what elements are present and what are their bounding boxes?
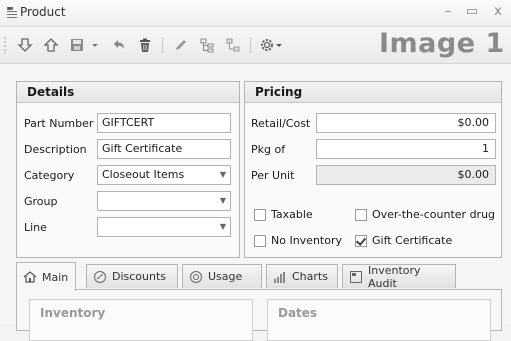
home-icon — [23, 270, 37, 284]
description-label: Description — [24, 143, 87, 156]
details-header: Details — [17, 82, 239, 103]
title-bar[interactable]: Product – ▭ x — [0, 0, 511, 27]
tab-charts[interactable]: Charts — [266, 264, 338, 288]
image-label: Image 1 — [379, 28, 505, 59]
toolbar: Image 1 — [0, 27, 511, 64]
minimize-button[interactable]: – — [438, 3, 458, 21]
settings-button[interactable] — [256, 35, 286, 55]
hierarchy-icon — [226, 38, 240, 52]
taxable-checkbox[interactable]: Taxable — [254, 208, 313, 221]
toolbar-separator — [162, 37, 163, 53]
taxable-label: Taxable — [271, 208, 313, 221]
no-inventory-label: No Inventory — [271, 234, 342, 247]
toolbar-grip[interactable] — [4, 36, 6, 54]
discount-icon — [93, 270, 107, 284]
otc-drug-checkbox[interactable]: Over-the-counter drug — [355, 208, 495, 221]
gift-certificate-checkbox-box[interactable] — [355, 234, 367, 247]
tab-charts-label: Charts — [292, 270, 328, 283]
pricing-header: Pricing — [245, 82, 501, 103]
inventory-header: Inventory — [40, 306, 106, 320]
window-app-icon — [7, 7, 17, 18]
category-value: Closeout Items — [102, 168, 185, 181]
gear-icon — [261, 39, 273, 51]
edit-button[interactable] — [170, 35, 192, 55]
dates-group: Dates — [267, 299, 491, 341]
main-tab-panel: Inventory Dates — [16, 289, 502, 341]
save-button[interactable] — [66, 35, 88, 55]
save-dropdown-button[interactable] — [88, 35, 102, 55]
chevron-down-icon[interactable]: ▼ — [220, 192, 226, 210]
gift-certificate-label: Gift Certificate — [372, 234, 453, 247]
undo-button[interactable] — [108, 35, 130, 55]
arrow-down-icon — [17, 38, 33, 52]
undo-icon — [114, 40, 124, 49]
tab-inventory-audit[interactable]: Inventory Audit — [342, 263, 456, 290]
save-icon — [71, 39, 83, 51]
delete-button[interactable] — [134, 35, 156, 55]
part-number-label: Part Number — [24, 117, 94, 130]
no-inventory-checkbox[interactable]: No Inventory — [254, 234, 342, 247]
audit-icon — [349, 270, 363, 284]
gift-certificate-checkbox[interactable]: Gift Certificate — [355, 234, 452, 247]
toolbar-separator — [250, 37, 251, 53]
group-select[interactable]: ▼ — [97, 191, 231, 211]
category-label: Category — [24, 169, 75, 182]
otc-drug-checkbox-box[interactable] — [355, 208, 367, 221]
dropdown-arrow-icon — [276, 44, 282, 47]
retail-cost-field[interactable]: $0.00 — [316, 113, 496, 133]
tab-usage[interactable]: Usage — [182, 264, 262, 288]
category-select[interactable]: Closeout Items ▼ — [97, 165, 231, 185]
tab-main[interactable]: Main — [16, 262, 76, 291]
bar-chart-icon — [273, 270, 287, 284]
tab-discounts-label: Discounts — [112, 270, 167, 283]
chevron-down-icon[interactable]: ▼ — [220, 166, 226, 184]
pencil-icon — [176, 40, 186, 50]
dropdown-arrow-icon — [92, 44, 98, 47]
inventory-group: Inventory — [29, 299, 253, 341]
no-inventory-checkbox-box[interactable] — [254, 234, 266, 247]
otc-drug-label: Over-the-counter drug — [372, 208, 496, 221]
tab-usage-label: Usage — [208, 270, 243, 283]
maximize-button[interactable]: ▭ — [462, 3, 482, 21]
move-up-button[interactable] — [40, 35, 62, 55]
retail-cost-label: Retail/Cost — [251, 117, 311, 130]
window-title: Product — [20, 5, 66, 19]
tab-discounts[interactable]: Discounts — [86, 264, 178, 288]
dates-header: Dates — [278, 306, 318, 320]
tree-view-button[interactable] — [196, 35, 218, 55]
tab-inventory-audit-label: Inventory Audit — [368, 263, 421, 290]
taxable-checkbox-box[interactable] — [254, 208, 266, 221]
group-label: Group — [24, 195, 58, 208]
line-label: Line — [24, 221, 47, 234]
move-down-button[interactable] — [14, 35, 36, 55]
hierarchy-button[interactable] — [222, 35, 244, 55]
details-group: Details Part Number GIFTCERT Description… — [16, 81, 240, 258]
delete-icon — [140, 38, 150, 52]
tab-strip: Main Discounts Usage Charts Inventory Au… — [16, 262, 500, 291]
per-unit-label: Per Unit — [251, 169, 295, 182]
pkg-of-label: Pkg of — [251, 143, 286, 156]
close-button[interactable]: x — [488, 3, 508, 21]
part-number-field[interactable]: GIFTCERT — [97, 113, 231, 133]
line-select[interactable]: ▼ — [97, 217, 231, 237]
tab-main-label: Main — [42, 270, 69, 284]
description-field[interactable]: Gift Certificate — [97, 139, 231, 159]
pricing-group: Pricing Retail/Cost $0.00 Pkg of 1 Per U… — [244, 81, 502, 258]
usage-icon — [189, 270, 203, 284]
chevron-down-icon[interactable]: ▼ — [220, 218, 226, 236]
product-window: Product – ▭ x Image 1 Details Part Numbe… — [0, 0, 511, 341]
pkg-of-field[interactable]: 1 — [316, 139, 496, 159]
per-unit-field: $0.00 — [316, 165, 496, 185]
arrow-up-icon — [43, 38, 59, 52]
tree-icon — [200, 38, 214, 53]
